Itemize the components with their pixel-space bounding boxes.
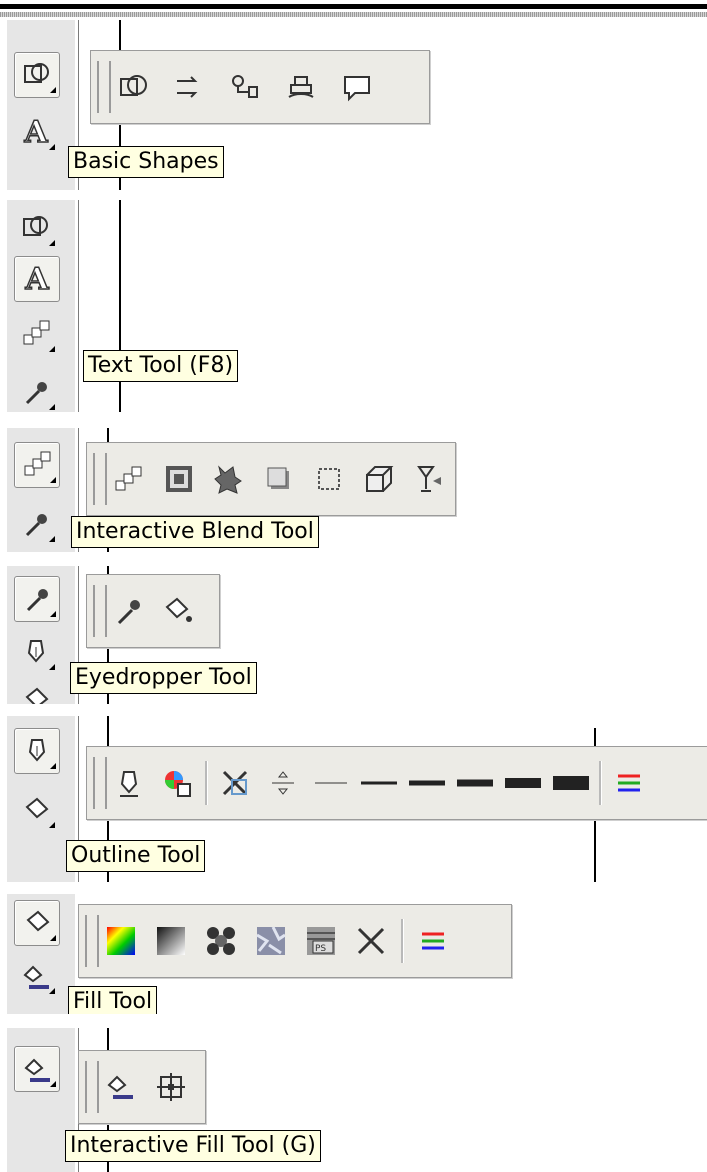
line-2-icon[interactable]	[407, 763, 447, 803]
flyout-grip[interactable]	[85, 1061, 99, 1113]
basic-shapes-icon	[24, 63, 49, 83]
flyout-grip[interactable]	[97, 61, 111, 113]
blend-tool-button[interactable]	[14, 442, 60, 488]
color-docker-icon[interactable]	[413, 921, 453, 961]
blend-icon	[24, 451, 51, 476]
svg-text:PS: PS	[315, 944, 326, 954]
text-a-icon: A	[25, 261, 50, 298]
tooltip-outline: Outline Tool	[66, 840, 206, 872]
fountain-fill-icon[interactable]	[151, 921, 191, 961]
hairline-icon[interactable]	[263, 763, 303, 803]
distortion-icon[interactable]	[209, 459, 249, 499]
tooltip-interactive-blend: Interactive Blend Tool	[71, 516, 319, 548]
fountain-color-icon[interactable]	[101, 921, 141, 961]
flowchart-shapes-icon[interactable]	[225, 67, 265, 107]
blend-icon[interactable]	[109, 459, 149, 499]
tooltip-fill: Fill Tool	[68, 986, 158, 1014]
eyedropper-icon[interactable]	[109, 591, 149, 631]
panel-basic-shapes: A Basic Shapes	[0, 20, 707, 190]
pen-nib-icon	[28, 739, 46, 762]
extrude-icon[interactable]	[359, 459, 399, 499]
tooltip-eyedropper: Eyedropper Tool	[70, 662, 257, 694]
line-4-icon[interactable]	[503, 763, 543, 803]
outline-tool-button[interactable]	[14, 630, 58, 674]
eyedropper-tool-button[interactable]	[14, 502, 58, 546]
outline-tool-button[interactable]	[14, 728, 60, 774]
pattern-fill-icon[interactable]	[201, 921, 241, 961]
panel-fill: PS Fill Tool	[0, 894, 707, 1014]
panel-outline: Outline Tool	[0, 716, 707, 882]
basic-shapes-tool-button[interactable]	[14, 52, 60, 98]
paintbucket-icon[interactable]	[159, 591, 199, 631]
panel-interactive-blend: Interactive Blend Tool	[0, 428, 707, 552]
panel-text-tool: A Text Tool (F8)	[0, 200, 707, 412]
line-5-icon[interactable]	[551, 763, 591, 803]
interactive-fill-icon	[23, 965, 49, 989]
eyedropper-icon	[26, 589, 48, 612]
color-docker-icon[interactable]	[609, 763, 649, 803]
transparency-icon[interactable]	[409, 459, 449, 499]
contour-icon[interactable]	[159, 459, 199, 499]
top-dotted-rule	[0, 12, 707, 17]
mesh-fill-icon[interactable]	[151, 1067, 191, 1107]
paint-bucket-icon	[26, 910, 50, 932]
outline-pen-icon[interactable]	[109, 763, 149, 803]
fill-tool-button[interactable]	[14, 678, 58, 704]
callout-shapes-icon[interactable]	[337, 67, 377, 107]
flyout-grip[interactable]	[93, 585, 107, 637]
outline-color-icon[interactable]	[157, 763, 197, 803]
text-tool-button[interactable]: A	[14, 256, 60, 302]
arrow-shapes-icon[interactable]	[169, 67, 209, 107]
tooltip-interactive-fill: Interactive Fill Tool (G)	[65, 1130, 321, 1162]
interactive-fill-tool-button[interactable]	[14, 954, 58, 998]
separator	[599, 761, 601, 805]
toolbox	[7, 20, 75, 190]
texture-fill-icon[interactable]	[251, 921, 291, 961]
interactive-fill-flyout	[78, 1050, 206, 1124]
pen-nib-icon	[27, 640, 45, 663]
blend-tool-button[interactable]	[14, 312, 58, 356]
eyedropper-icon	[25, 382, 47, 405]
text-a-icon: A	[24, 114, 49, 151]
flyout-grip[interactable]	[93, 453, 107, 505]
basic-shapes-icon[interactable]	[113, 67, 153, 107]
line-3-icon[interactable]	[455, 763, 495, 803]
tooltip-basic-shapes: Basic Shapes	[68, 146, 224, 178]
basic-shapes-tool-button[interactable]	[14, 206, 58, 250]
flyout-grip[interactable]	[85, 915, 99, 967]
text-tool-button[interactable]: A	[14, 110, 58, 154]
eyedropper-icon	[25, 514, 47, 537]
no-outline-icon[interactable]	[215, 763, 255, 803]
interactive-fill-icon	[24, 1058, 50, 1082]
paint-bucket-icon	[25, 687, 49, 704]
paint-bucket-icon	[25, 797, 49, 819]
tooltip-text-tool: Text Tool (F8)	[83, 350, 239, 382]
blend-icon	[23, 320, 50, 345]
interactive-fill-tool-button[interactable]	[14, 1046, 60, 1092]
no-fill-icon[interactable]	[351, 921, 391, 961]
outline-flyout	[86, 746, 707, 820]
envelope-icon[interactable]	[309, 459, 349, 499]
separator	[205, 761, 207, 805]
line-1-icon[interactable]	[359, 763, 399, 803]
panel-interactive-fill: Interactive Fill Tool (G)	[0, 1028, 707, 1172]
thin-line-icon[interactable]	[311, 763, 351, 803]
fill-tool-button[interactable]	[14, 900, 60, 946]
eyedropper-tool-button[interactable]	[14, 576, 60, 622]
eyedropper-tool-button[interactable]	[14, 370, 58, 412]
top-rule	[0, 4, 707, 9]
banner-shapes-icon[interactable]	[281, 67, 321, 107]
postscript-fill-icon[interactable]: PS	[301, 921, 341, 961]
separator	[401, 919, 403, 963]
interactive-tools-flyout	[86, 442, 456, 516]
basic-shapes-icon	[23, 216, 48, 236]
interactive-fill-icon[interactable]	[101, 1067, 141, 1107]
flyout-grip[interactable]	[93, 757, 107, 809]
drop-shadow-icon[interactable]	[259, 459, 299, 499]
fill-tool-button[interactable]	[14, 788, 58, 832]
fill-flyout: PS	[78, 904, 512, 978]
basic-shapes-flyout	[90, 50, 430, 124]
panel-eyedropper: Eyedropper Tool	[0, 566, 707, 704]
eyedropper-flyout	[86, 574, 220, 648]
